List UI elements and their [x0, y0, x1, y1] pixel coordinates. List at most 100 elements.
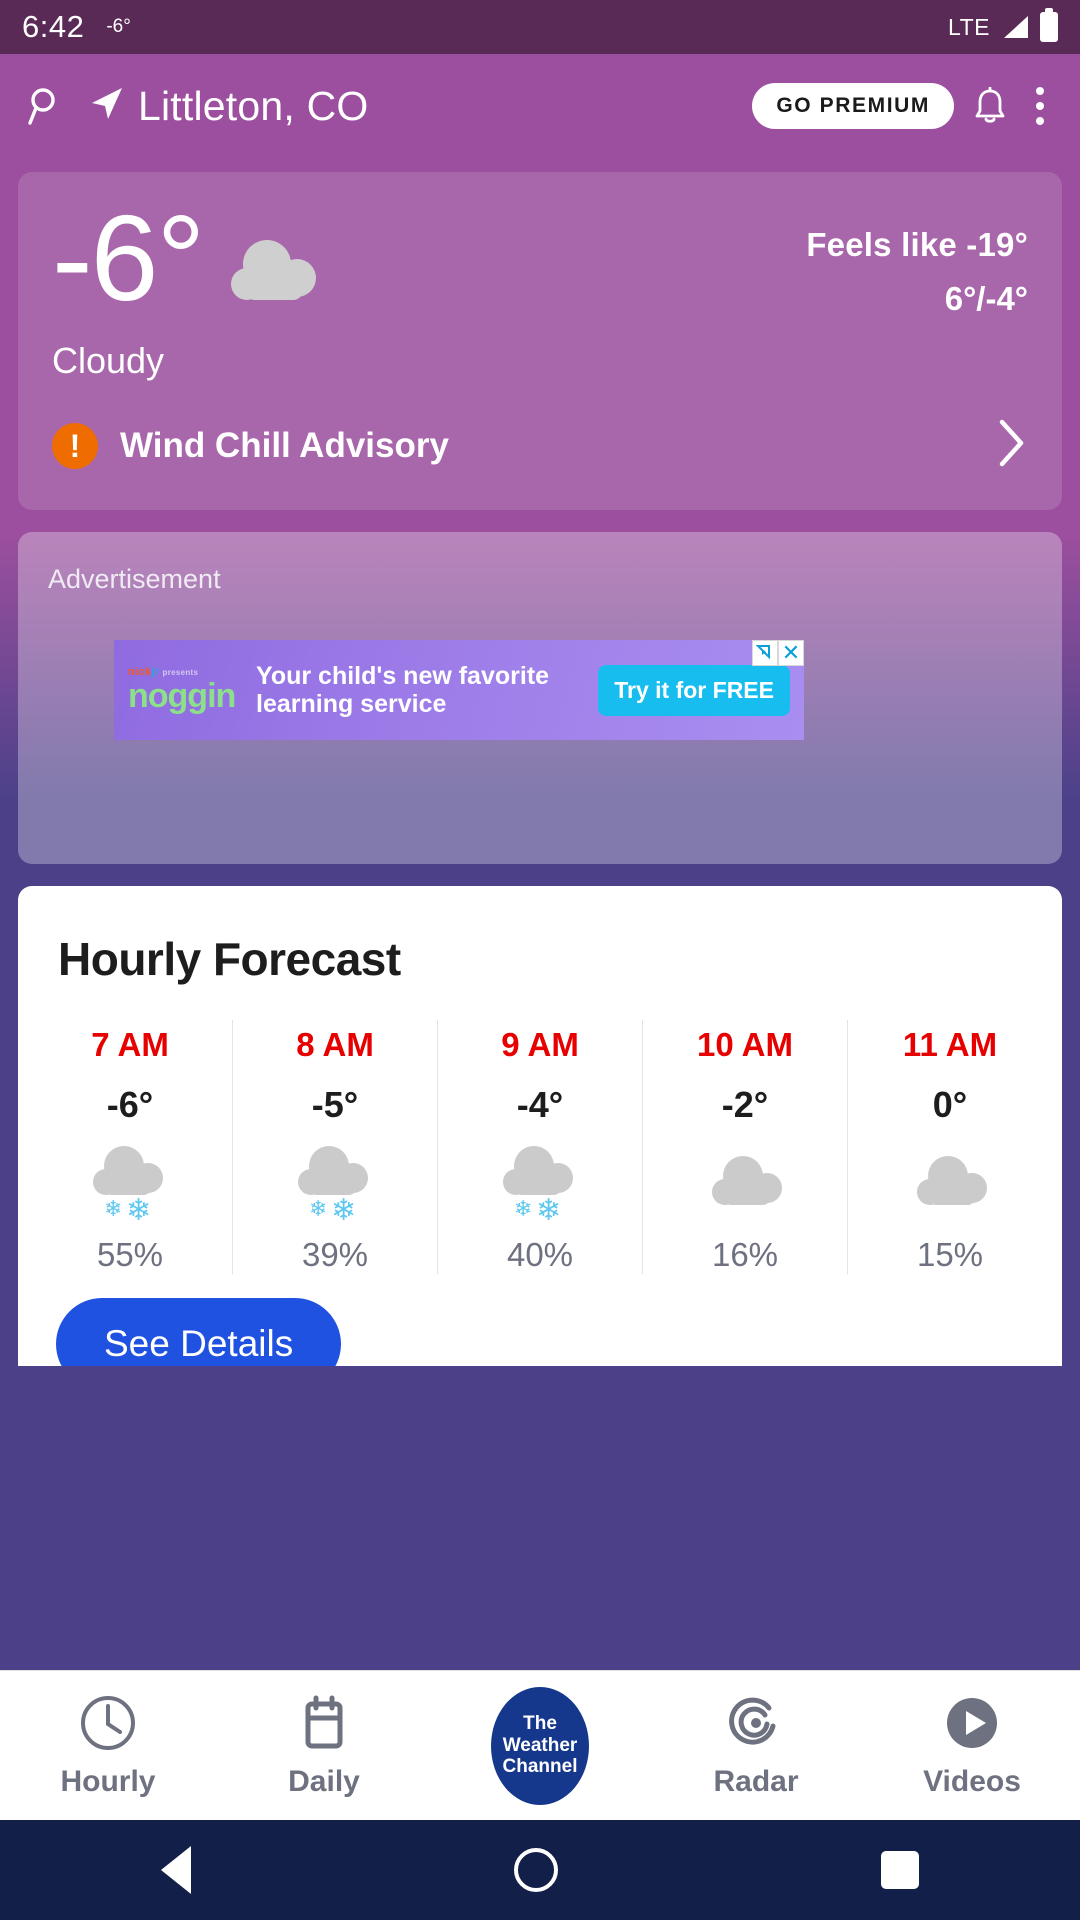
calendar-icon: [293, 1692, 355, 1759]
hour-time: 7 AM: [91, 1026, 169, 1063]
advertisement-card: Advertisement nickjr presents noggin You…: [18, 532, 1062, 864]
current-secondary-stats: Feels like -19° 6°/-4°: [806, 202, 1028, 318]
tab-radar-label: Radar: [713, 1765, 799, 1798]
kebab-dot: [1036, 102, 1044, 110]
tab-videos[interactable]: Videos: [864, 1692, 1080, 1799]
ad-cta-button[interactable]: Try it for FREE: [598, 664, 790, 716]
location-button[interactable]: Littleton, CO: [86, 83, 368, 130]
status-time: 6:42: [22, 9, 85, 44]
logo-line-1: The: [523, 1712, 557, 1734]
tab-radar[interactable]: Radar: [648, 1692, 864, 1799]
snow-cloud-icon: ❄ ❄: [233, 1136, 437, 1228]
close-glyph: ✕: [781, 640, 801, 665]
hourly-column[interactable]: 11 AM 0° 15%: [848, 1020, 1052, 1274]
play-circle-icon: [941, 1692, 1003, 1759]
alert-exclamation-icon: !: [52, 422, 98, 469]
hourly-forecast-title: Hourly Forecast: [58, 933, 401, 985]
more-vertical-icon[interactable]: [1026, 83, 1054, 129]
status-bar: 6:42 -6° LTE: [0, 0, 1080, 54]
tab-hourly[interactable]: Hourly: [0, 1692, 216, 1799]
logo-line-2: Weather: [502, 1734, 578, 1756]
adchoices-icon[interactable]: [752, 640, 778, 666]
hour-precip-chance: 15%: [916, 1236, 984, 1273]
hour-time: 10 AM: [697, 1026, 793, 1063]
svg-text:❄: ❄: [104, 1197, 122, 1222]
hour-precip-chance: 16%: [711, 1236, 779, 1273]
svg-text:❄: ❄: [536, 1193, 561, 1224]
snow-cloud-icon: ❄ ❄: [28, 1136, 232, 1228]
current-condition-text: Cloudy: [52, 340, 165, 381]
hour-temp: -4°: [516, 1084, 564, 1125]
home-circle-icon[interactable]: [513, 1848, 558, 1892]
hourly-forecast-card: Hourly Forecast 7 AM -6° ❄ ❄ 55% 8 AM -5…: [18, 886, 1062, 1366]
battery-full-icon: [1040, 8, 1058, 42]
weather-alert-label: Wind Chill Advisory: [120, 425, 449, 465]
tab-home-logo[interactable]: The Weather Channel: [432, 1686, 648, 1805]
hour-temp: 0°: [932, 1084, 968, 1125]
radar-icon: [725, 1692, 787, 1759]
ad-banner[interactable]: nickjr presents noggin Your child's new …: [114, 640, 804, 740]
status-temp: -6°: [106, 16, 131, 37]
network-type-label: LTE: [948, 13, 990, 40]
hourly-columns[interactable]: 7 AM -6° ❄ ❄ 55% 8 AM -5° ❄ ❄ 39% 9 AM -…: [18, 1020, 1062, 1274]
current-top-row: -6° Feels like -19° 6°/-4°: [52, 190, 1028, 326]
app-bar: Littleton, CO GO PREMIUM: [0, 54, 1080, 158]
hour-precip-chance: 39%: [301, 1236, 369, 1273]
hourly-column[interactable]: 8 AM -5° ❄ ❄ 39%: [233, 1020, 438, 1274]
location-arrow-icon: [86, 84, 126, 129]
weather-app-screen: 6:42 -6° LTE Littleton, CO GO PREMIUM -6…: [0, 0, 1080, 1920]
tab-daily-label: Daily: [288, 1765, 360, 1798]
svg-text:❄: ❄: [331, 1193, 356, 1224]
hour-precip-chance: 55%: [96, 1236, 164, 1273]
kebab-dot: [1036, 117, 1044, 125]
see-details-button[interactable]: See Details: [56, 1298, 342, 1366]
cloudy-icon: [848, 1136, 1052, 1228]
cloudy-icon: [221, 236, 331, 317]
snow-cloud-icon: ❄ ❄: [438, 1136, 642, 1228]
hourly-column[interactable]: 7 AM -6° ❄ ❄ 55%: [28, 1020, 233, 1274]
main-scroll-area[interactable]: -6° Feels like -19° 6°/-4° Cloudy ! Wind…: [0, 158, 1080, 1670]
presents-wordmark: presents: [162, 668, 199, 677]
bottom-tab-bar: Hourly Daily The Weather Channel Radar V…: [0, 1670, 1080, 1820]
ad-banner-content: nickjr presents noggin Your child's new …: [114, 640, 804, 740]
current-temperature: -6°: [52, 190, 205, 326]
current-conditions-card[interactable]: -6° Feels like -19° 6°/-4° Cloudy ! Wind…: [18, 172, 1062, 510]
kebab-dot: [1036, 87, 1044, 95]
feels-like-text: Feels like -19°: [806, 226, 1028, 263]
high-low-text: 6°/-4°: [944, 280, 1028, 317]
hour-temp: -6°: [106, 1084, 154, 1125]
hour-temp: -2°: [721, 1084, 769, 1125]
back-triangle-icon[interactable]: [161, 1846, 192, 1894]
hour-time: 8 AM: [296, 1026, 374, 1063]
advertisement-label: Advertisement: [48, 564, 221, 594]
noggin-logo: nickjr presents noggin: [128, 667, 244, 715]
go-premium-button[interactable]: GO PREMIUM: [752, 83, 954, 129]
weather-alert-row[interactable]: ! Wind Chill Advisory: [52, 416, 1028, 475]
svg-text:❄: ❄: [514, 1197, 532, 1222]
ad-badges: ✕: [752, 640, 804, 666]
tab-hourly-label: Hourly: [60, 1765, 156, 1798]
location-name: Littleton, CO: [138, 82, 369, 129]
weather-channel-logo: The Weather Channel: [491, 1686, 589, 1805]
hour-precip-chance: 40%: [506, 1236, 574, 1273]
search-icon[interactable]: [26, 85, 68, 127]
tab-videos-label: Videos: [923, 1765, 1021, 1798]
hourly-column[interactable]: 10 AM -2° 16%: [643, 1020, 848, 1274]
status-indicators: LTE: [948, 8, 1058, 42]
chevron-right-icon[interactable]: [994, 416, 1028, 475]
hour-time: 11 AM: [902, 1026, 998, 1063]
hourly-column[interactable]: 9 AM -4° ❄ ❄ 40%: [438, 1020, 643, 1274]
close-icon[interactable]: ✕: [778, 640, 804, 666]
hour-temp: -5°: [311, 1084, 359, 1125]
svg-text:❄: ❄: [126, 1193, 151, 1224]
recents-square-icon[interactable]: [880, 1851, 919, 1889]
android-navigation-bar: [0, 1820, 1080, 1920]
cloudy-icon: [643, 1136, 847, 1228]
logo-line-3: Channel: [502, 1756, 578, 1778]
tab-daily[interactable]: Daily: [216, 1692, 432, 1799]
signal-bars-icon: [1000, 14, 1030, 40]
ad-headline: Your child's new favorite learning servi…: [256, 662, 550, 718]
noggin-wordmark: noggin: [128, 677, 236, 715]
see-details-row: See Details: [18, 1274, 1062, 1366]
bell-icon[interactable]: [972, 86, 1008, 125]
